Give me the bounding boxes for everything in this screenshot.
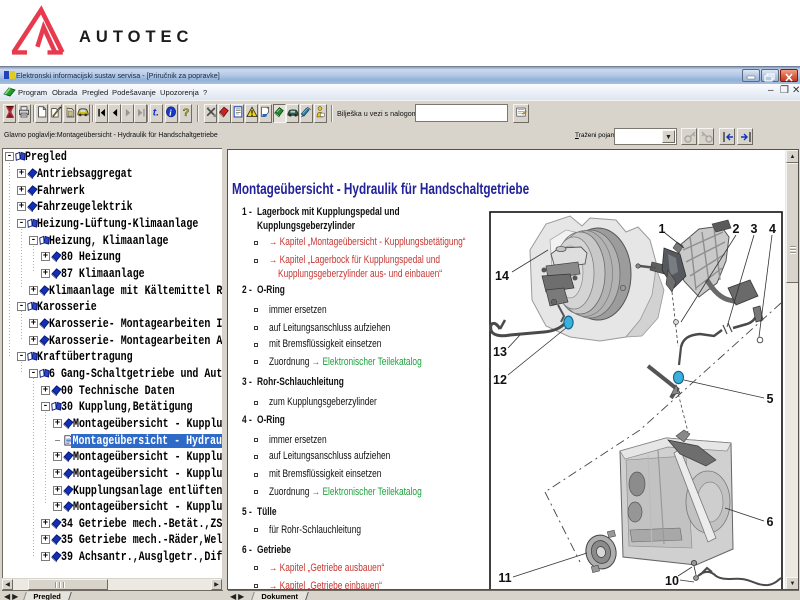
svg-text:2: 2 — [733, 222, 740, 236]
svg-text:10: 10 — [665, 574, 679, 588]
svg-text:4: 4 — [769, 222, 776, 236]
svg-text:t.: t. — [152, 107, 158, 117]
svg-text:11: 11 — [498, 571, 511, 585]
svg-text:5: 5 — [767, 392, 774, 406]
svg-text:?: ? — [182, 107, 189, 118]
svg-text:12: 12 — [493, 373, 507, 387]
svg-text:1: 1 — [659, 222, 666, 236]
svg-text:14: 14 — [495, 269, 509, 283]
svg-text:6: 6 — [767, 515, 774, 529]
svg-text:3: 3 — [751, 222, 758, 236]
svg-text:13: 13 — [493, 345, 507, 359]
